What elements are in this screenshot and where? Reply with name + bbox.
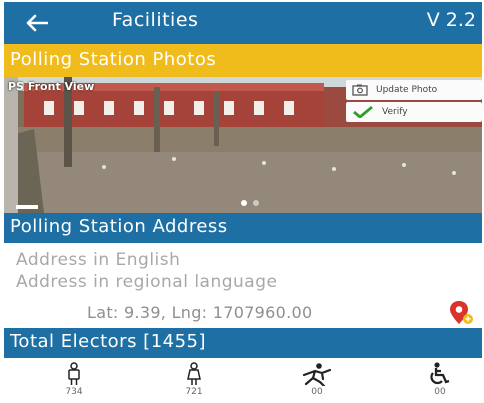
male-electors: 734 — [44, 362, 104, 397]
back-button[interactable] — [22, 10, 52, 36]
photos-section-header: Polling Station Photos — [4, 44, 482, 77]
wheelchair-icon — [430, 362, 450, 385]
update-photo-label: Update Photo — [376, 85, 438, 95]
polling-station-photo[interactable]: PS Front View Update Photo Verify — [4, 77, 482, 213]
address-section-header: Polling Station Address — [4, 213, 482, 243]
update-photo-button[interactable]: Update Photo — [346, 80, 482, 100]
female-icon — [187, 362, 201, 385]
version-label: V 2.2 — [426, 9, 476, 31]
carousel-dot-active — [241, 200, 247, 206]
facilities-screen: Facilities V 2.2 Polling Station Photos — [4, 2, 482, 402]
photo-scroll-indicator — [16, 205, 38, 209]
female-count: 721 — [185, 387, 203, 397]
address-english-field[interactable]: Address in English — [16, 250, 180, 270]
male-count: 734 — [65, 387, 83, 397]
male-icon — [68, 362, 80, 385]
pwd-electors: 00 — [410, 362, 470, 397]
camera-icon — [352, 84, 368, 96]
app-header: Facilities V 2.2 — [4, 2, 482, 44]
address-regional-field[interactable]: Address in regional language — [16, 272, 277, 292]
third-gender-icon — [302, 363, 332, 386]
electors-breakdown: 734 721 00 00 — [4, 360, 482, 402]
pwd-count: 00 — [434, 387, 446, 397]
female-electors: 721 — [164, 362, 224, 397]
electors-section-header: Total Electors [1455] — [4, 328, 482, 358]
page-title: Facilities — [112, 9, 199, 31]
check-icon — [353, 106, 373, 118]
location-pin-icon — [450, 301, 473, 324]
verify-label: Verify — [382, 107, 408, 117]
coordinates-text: Lat: 9.39, Lng: 1707960.00 — [87, 303, 313, 322]
photo-carousel-indicator — [241, 200, 259, 206]
third-gender-count: 00 — [311, 387, 323, 397]
carousel-dot — [253, 200, 259, 206]
arrow-left-icon — [26, 14, 48, 32]
verify-button[interactable]: Verify — [346, 102, 482, 122]
third-gender-electors: 00 — [287, 362, 347, 397]
photo-caption: PS Front View — [8, 80, 95, 93]
location-pin-button[interactable] — [448, 300, 474, 326]
